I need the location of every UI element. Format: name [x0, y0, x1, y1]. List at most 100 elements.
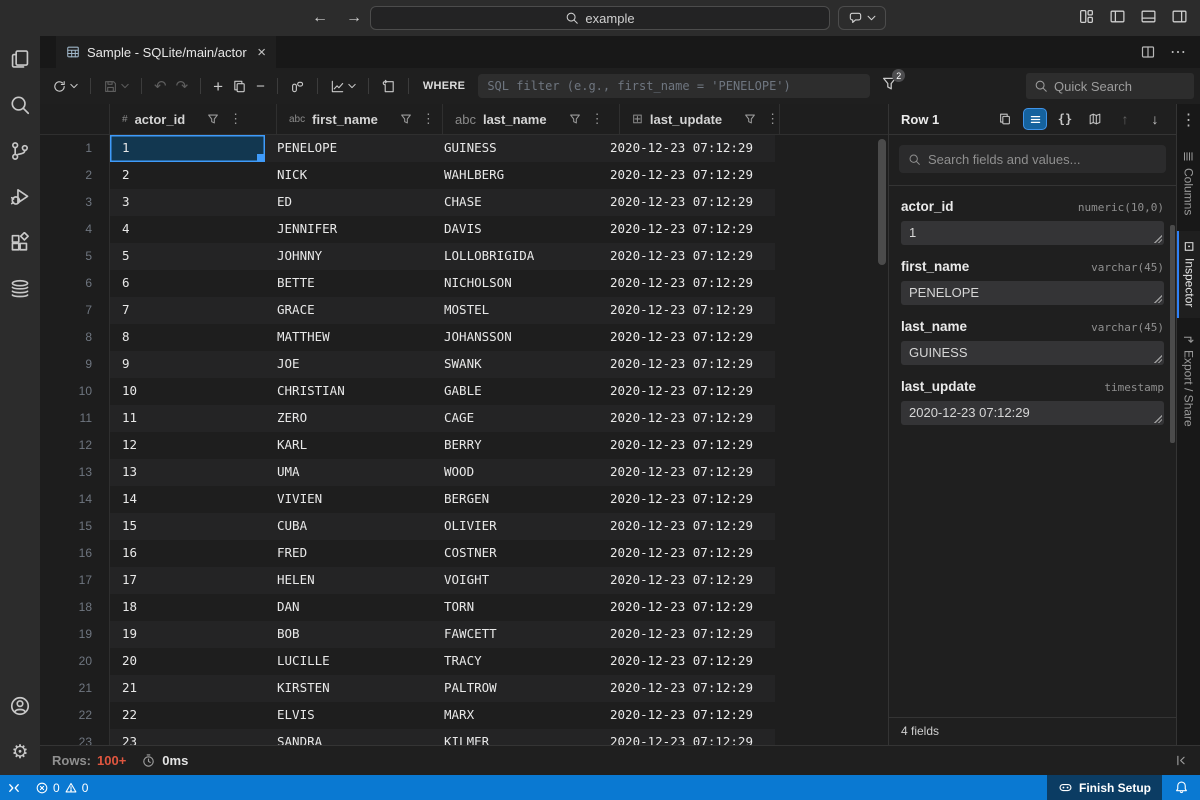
row-number[interactable]: 15 [40, 513, 110, 540]
cell-actor-id[interactable]: 5 [110, 243, 265, 270]
cell-first-name[interactable]: ZERO [265, 405, 432, 432]
column-header[interactable]: ⊞ last_update ⋮ [620, 104, 780, 134]
row-number[interactable]: 2 [40, 162, 110, 189]
cell-last-name[interactable]: JOHANSSON [432, 324, 598, 351]
cell-actor-id[interactable]: 13 [110, 459, 265, 486]
cell-actor-id[interactable]: 15 [110, 513, 265, 540]
finish-setup-button[interactable]: Finish Setup [1047, 775, 1162, 800]
cell-last-name[interactable]: NICHOLSON [432, 270, 598, 297]
cell-last-name[interactable]: WOOD [432, 459, 598, 486]
nav-back-button[interactable]: ← [308, 6, 332, 30]
cell-actor-id[interactable]: 14 [110, 486, 265, 513]
previous-row-button[interactable]: ↑ [1114, 109, 1136, 129]
cell-last-update[interactable]: 2020-12-23 07:12:29 [598, 378, 775, 405]
transpose-view-button[interactable] [290, 79, 305, 94]
list-view-button[interactable] [1024, 109, 1046, 129]
remote-indicator[interactable] [0, 775, 28, 800]
table-row[interactable]: 6 6 BETTE NICHOLSON 2020-12-23 07:12:29 [40, 270, 888, 297]
cell-last-name[interactable]: LOLLOBRIGIDA [432, 243, 598, 270]
cell-last-update[interactable]: 2020-12-23 07:12:29 [598, 621, 775, 648]
column-header[interactable]: abc last_name ⋮ [443, 104, 620, 134]
cell-actor-id[interactable]: 19 [110, 621, 265, 648]
sql-filter-input[interactable]: SQL filter (e.g., first_name = 'PENELOPE… [478, 74, 870, 98]
cell-actor-id[interactable]: 17 [110, 567, 265, 594]
table-row[interactable]: 12 12 KARL BERRY 2020-12-23 07:12:29 [40, 432, 888, 459]
cell-first-name[interactable]: BETTE [265, 270, 432, 297]
cell-last-name[interactable]: OLIVIER [432, 513, 598, 540]
side-tab[interactable]: ≣ Columns [1177, 141, 1200, 225]
cell-last-update[interactable]: 2020-12-23 07:12:29 [598, 486, 775, 513]
row-number[interactable]: 13 [40, 459, 110, 486]
cell-last-update[interactable]: 2020-12-23 07:12:29 [598, 540, 775, 567]
row-number[interactable]: 10 [40, 378, 110, 405]
notifications-bell-icon[interactable] [1162, 775, 1200, 800]
cell-first-name[interactable]: BOB [265, 621, 432, 648]
cell-last-name[interactable]: WAHLBERG [432, 162, 598, 189]
table-row[interactable]: 14 14 VIVIEN BERGEN 2020-12-23 07:12:29 [40, 486, 888, 513]
column-menu-icon[interactable]: ⋮ [591, 111, 604, 127]
cell-first-name[interactable]: DAN [265, 594, 432, 621]
side-tab[interactable]: ⊡ Inspector [1177, 231, 1200, 317]
cell-last-update[interactable]: 2020-12-23 07:12:29 [598, 405, 775, 432]
column-menu-icon[interactable]: ⋮ [229, 111, 242, 127]
table-row[interactable]: 22 22 ELVIS MARX 2020-12-23 07:12:29 [40, 702, 888, 729]
cell-last-name[interactable]: CAGE [432, 405, 598, 432]
side-tab[interactable]: ↱ Export / Share [1177, 324, 1200, 438]
chart-view-button[interactable] [330, 79, 356, 94]
cell-last-update[interactable]: 2020-12-23 07:12:29 [598, 702, 775, 729]
row-number[interactable]: 1 [40, 135, 110, 162]
source-control-icon[interactable] [0, 128, 40, 174]
table-row[interactable]: 20 20 LUCILLE TRACY 2020-12-23 07:12:29 [40, 648, 888, 675]
table-row[interactable]: 17 17 HELEN VOIGHT 2020-12-23 07:12:29 [40, 567, 888, 594]
row-number[interactable]: 17 [40, 567, 110, 594]
cell-first-name[interactable]: JOHNNY [265, 243, 432, 270]
cell-actor-id[interactable]: 11 [110, 405, 265, 432]
customize-layout-icon[interactable] [1078, 8, 1095, 25]
duplicate-row-button[interactable] [232, 79, 247, 94]
row-number[interactable]: 14 [40, 486, 110, 513]
rows-count[interactable]: 100+ [97, 753, 126, 768]
undo-button[interactable]: ↶ [154, 79, 167, 94]
cell-last-update[interactable]: 2020-12-23 07:12:29 [598, 324, 775, 351]
table-vertical-scrollbar[interactable] [878, 139, 886, 265]
cell-last-name[interactable]: GUINESS [432, 135, 598, 162]
cell-last-name[interactable]: FAWCETT [432, 621, 598, 648]
cell-actor-id[interactable]: 23 [110, 729, 265, 745]
table-row[interactable]: 3 3 ED CHASE 2020-12-23 07:12:29 [40, 189, 888, 216]
cell-actor-id[interactable]: 12 [110, 432, 265, 459]
cell-actor-id[interactable]: 21 [110, 675, 265, 702]
cell-first-name[interactable]: ELVIS [265, 702, 432, 729]
inspector-search-input[interactable]: Search fields and values... [899, 145, 1166, 173]
cell-last-update[interactable]: 2020-12-23 07:12:29 [598, 594, 775, 621]
cell-last-name[interactable]: BERRY [432, 432, 598, 459]
command-center-search[interactable]: example [370, 6, 830, 30]
table-row[interactable]: 16 16 FRED COSTNER 2020-12-23 07:12:29 [40, 540, 888, 567]
row-number[interactable]: 5 [40, 243, 110, 270]
table-row[interactable]: 21 21 KIRSTEN PALTROW 2020-12-23 07:12:2… [40, 675, 888, 702]
cell-first-name[interactable]: FRED [265, 540, 432, 567]
cell-last-update[interactable]: 2020-12-23 07:12:29 [598, 135, 775, 162]
cell-first-name[interactable]: KARL [265, 432, 432, 459]
generate-script-button[interactable] [381, 79, 396, 94]
save-button[interactable] [103, 79, 129, 94]
tab-sample-sqlite-actor[interactable]: Sample - SQLite/main/actor × [56, 36, 276, 68]
table-row[interactable]: 23 23 SANDRA KILMER 2020-12-23 07:12:29 [40, 729, 888, 745]
table-row[interactable]: 15 15 CUBA OLIVIER 2020-12-23 07:12:29 [40, 513, 888, 540]
table-row[interactable]: 9 9 JOE SWANK 2020-12-23 07:12:29 [40, 351, 888, 378]
cell-first-name[interactable]: GRACE [265, 297, 432, 324]
column-menu-icon[interactable]: ⋮ [422, 111, 435, 127]
table-row[interactable]: 1 1 PENELOPE GUINESS 2020-12-23 07:12:29 [40, 135, 888, 162]
cell-first-name[interactable]: HELEN [265, 567, 432, 594]
cell-last-update[interactable]: 2020-12-23 07:12:29 [598, 567, 775, 594]
search-icon[interactable] [0, 82, 40, 128]
cell-actor-id[interactable]: 6 [110, 270, 265, 297]
row-number[interactable]: 22 [40, 702, 110, 729]
inspector-scrollbar[interactable] [1170, 225, 1175, 443]
row-number[interactable]: 8 [40, 324, 110, 351]
cell-last-update[interactable]: 2020-12-23 07:12:29 [598, 675, 775, 702]
cell-last-name[interactable]: KILMER [432, 729, 598, 745]
split-editor-icon[interactable] [1140, 44, 1156, 60]
explorer-icon[interactable] [0, 36, 40, 82]
cell-last-name[interactable]: MARX [432, 702, 598, 729]
cell-actor-id[interactable]: 7 [110, 297, 265, 324]
